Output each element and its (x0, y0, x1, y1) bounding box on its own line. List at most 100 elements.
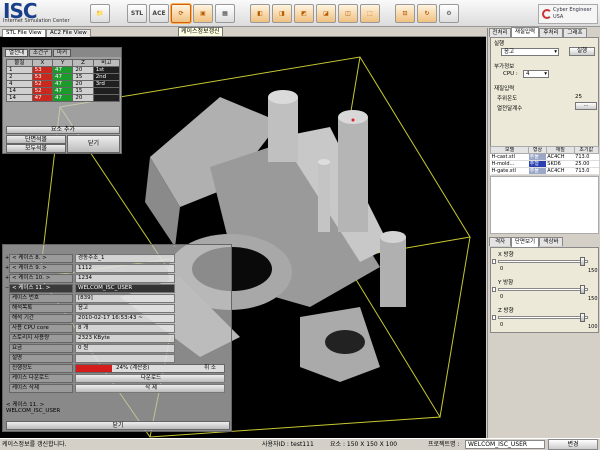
zoom-fit-icon[interactable]: ⊡ (395, 4, 415, 23)
view-right-icon[interactable]: ◪ (316, 4, 336, 23)
table-row[interactable]: 4 52 47 20 3rd (6, 80, 121, 88)
table-header-row: 물질 X Y Z 비고 (6, 59, 121, 67)
logo-subtitle: Internet Simulation Center (3, 18, 70, 24)
detail-value: 8 개 (75, 324, 175, 333)
table-row[interactable]: 2 53 47 15 2nd (6, 73, 121, 81)
view-top-icon[interactable]: ◫ (338, 4, 358, 23)
x-slider-thumb[interactable] (580, 257, 585, 266)
change-button[interactable]: 변경 (548, 439, 598, 450)
table-row[interactable]: H-gate.stl 주물 AC4CH 713.0 (490, 167, 599, 175)
tab-postprocess[interactable]: 후처리 (539, 28, 563, 37)
tab-preprocess[interactable]: 전처리 (489, 28, 511, 37)
column-header: 비고 (92, 59, 121, 67)
column-header: Y (51, 59, 74, 67)
y-slider[interactable] (498, 288, 588, 291)
chevron-down-icon: ▾ (554, 49, 557, 55)
view-left-icon[interactable]: ◩ (294, 4, 314, 23)
cell: AC4CH (546, 167, 575, 175)
ambient-temp-value[interactable]: 25 (575, 94, 582, 100)
y-axis-label: Y 방향 (498, 280, 514, 286)
detail-label: 케이스 번호 (9, 294, 73, 303)
case-row-selected[interactable]: − < 케이스 11. > WELCOM_ISC_USER (5, 284, 231, 294)
column-header: 형상 (528, 146, 547, 154)
z-slider-thumb[interactable] (580, 313, 585, 322)
settings-icon[interactable]: ⚙ (439, 4, 459, 23)
case-row[interactable]: + < 케이스 10. > 1234 (5, 274, 231, 284)
download-button[interactable]: 다운로드 (75, 374, 225, 383)
view-front-icon[interactable]: ◧ (250, 4, 270, 23)
cell: 47 (51, 87, 74, 95)
detail-row: 요금 0 원 (5, 344, 231, 354)
tab-graph[interactable]: 그래프 (563, 28, 587, 37)
cell: 4 (6, 80, 33, 88)
project-name-field[interactable]: WELCOM_ISC_USER (465, 440, 545, 449)
y-slider-thumb[interactable] (580, 285, 585, 294)
tab-material[interactable]: 재질입력 (511, 27, 539, 37)
tab-thermocouple[interactable]: 열전대 (5, 49, 29, 57)
rotate-icon[interactable]: ↻ (417, 4, 437, 23)
table-row[interactable]: 1 53 47 20 1st (6, 66, 121, 74)
case-info-icon[interactable]: ▣ (193, 4, 213, 23)
case-value: 1112 (75, 264, 175, 273)
progress-text: 24% (계산중) (116, 365, 150, 371)
brand-text: Cyber Engineer USA (553, 7, 592, 20)
material-table: 모델 형상 재질 초기값 H-cast.stl 주물 AC4CH 713.0 H… (489, 146, 600, 175)
view-back-icon[interactable]: ◨ (272, 4, 292, 23)
run-button[interactable]: 실행 (569, 47, 595, 56)
detail-value: 2010-02-17 16:53:43 ~ (75, 314, 175, 323)
case-refresh-icon[interactable]: ⟳ (171, 4, 191, 23)
tab-stl-view[interactable]: STL File View (2, 29, 46, 37)
tab-colorbar[interactable]: 색상바 (539, 237, 563, 246)
case-label: < 케이스 9. > (9, 264, 73, 273)
material-list-area (490, 176, 599, 234)
table-row[interactable]: 14 52 47 15 (6, 87, 121, 95)
delete-button[interactable]: 삭 제 (75, 384, 225, 393)
ace-button[interactable]: ACE (149, 4, 169, 23)
table-row[interactable]: H-mold... 주형 SKD6 25.00 (490, 160, 599, 168)
project-label: 프로젝트명 : (428, 441, 460, 448)
extra-info-label: 부가정보 (494, 64, 515, 70)
case-value: WELCOM_ISC_USER (75, 284, 175, 293)
close-button[interactable]: 닫기 (6, 421, 230, 430)
case-label: < 케이스 11. > (9, 284, 73, 293)
cell: 15 (72, 87, 94, 95)
cpu-select[interactable]: 4 ▾ (523, 70, 549, 78)
view-iso-icon[interactable]: ⬚ (360, 4, 380, 23)
case-row[interactable]: + < 케이스 8. > 경동주조_1 (5, 254, 231, 264)
case-row[interactable]: + < 케이스 9. > 1112 (5, 264, 231, 274)
tab-section-view[interactable]: 단면보기 (511, 237, 539, 247)
tab-ac2-view[interactable]: AC2 File View (46, 29, 91, 37)
cpu-value: 4 (526, 71, 530, 77)
table-row[interactable]: 14 47 47 20 (6, 94, 121, 102)
mesh-icon[interactable]: ▦ (215, 4, 235, 23)
cancel-link[interactable]: 취 소 (204, 365, 216, 372)
analysis-select[interactable]: 응고 ▾ (501, 48, 559, 56)
stl-button[interactable]: STL (127, 4, 147, 23)
case-value: 1234 (75, 274, 175, 283)
cell (92, 94, 121, 102)
table-row[interactable]: H-cast.stl 주물 AC4CH 713.0 (490, 153, 599, 161)
tab-mesh[interactable]: 격자 (489, 237, 511, 246)
tab-condition[interactable]: 조건구 (29, 49, 53, 57)
thermocouple-table: 물질 X Y Z 비고 1 53 47 20 1st 2 53 47 15 2n… (6, 59, 121, 102)
section-select-button[interactable]: 단면석볼 (6, 135, 66, 144)
footer-user: WELCOM_ISC_USER (6, 408, 61, 414)
z-max: 100 (588, 324, 598, 330)
x-checkbox[interactable] (492, 259, 496, 264)
z-checkbox[interactable] (492, 315, 496, 320)
section-view-panel: X 방향 0 150 Y 방향 0 150 Z 방향 0 100 (490, 247, 599, 333)
close-button[interactable]: 닫기 (67, 135, 120, 153)
cell: 주물 (528, 153, 547, 161)
case-label: < 케이스 10. > (9, 274, 73, 283)
open-folder-icon[interactable]: 📁 (90, 4, 110, 23)
select-all-button[interactable]: 모두석볼 (6, 144, 66, 153)
y-checkbox[interactable] (492, 287, 496, 292)
cell: 47 (31, 94, 54, 102)
thermocouple-panel: 열전대 조건구 마커 물질 X Y Z 비고 1 53 47 20 1st 2 … (2, 47, 122, 154)
heat-transfer-button[interactable]: ... (575, 102, 597, 110)
x-slider[interactable] (498, 260, 588, 263)
tab-marker[interactable]: 마커 (53, 49, 72, 57)
z-slider[interactable] (498, 316, 588, 319)
cell: 47 (51, 66, 74, 74)
element-count: 요소 : 150 X 150 X 100 (330, 441, 398, 448)
